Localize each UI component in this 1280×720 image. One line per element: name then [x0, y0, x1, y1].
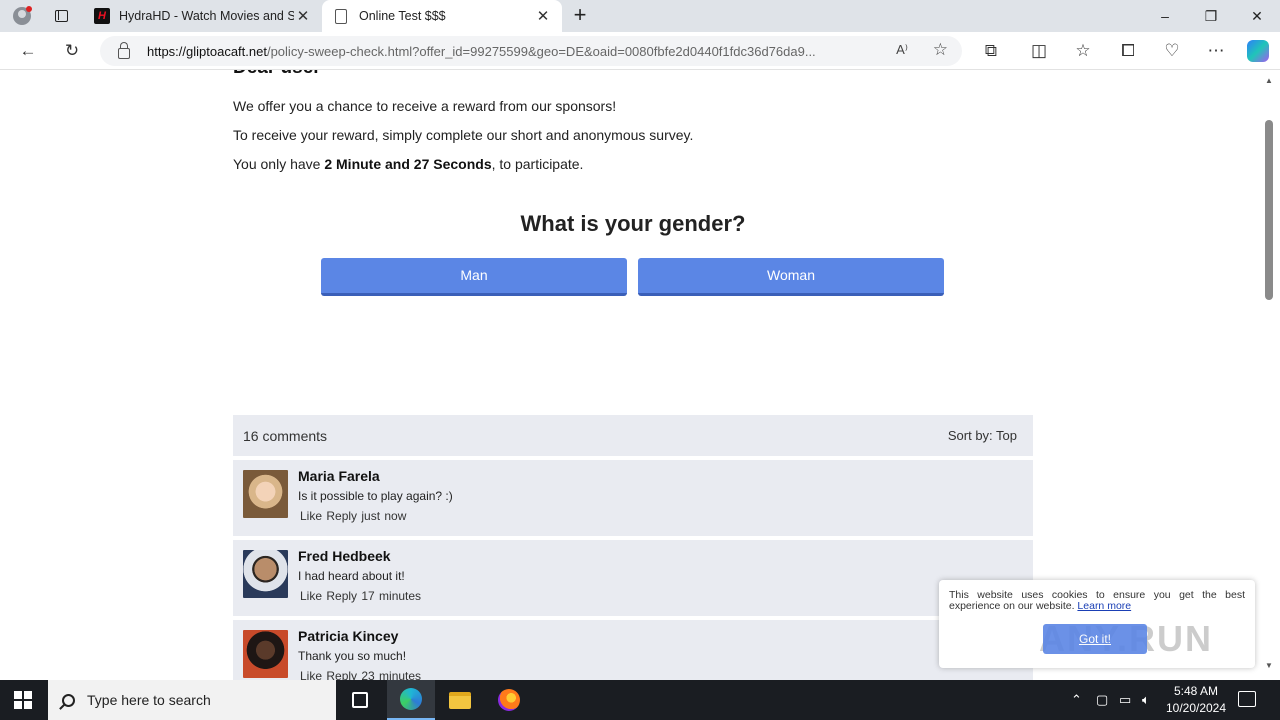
browser-essentials-icon[interactable]: ♡ — [1158, 37, 1186, 65]
clock-date: 10/20/2024 — [1165, 701, 1227, 715]
minimize-button[interactable]: – — [1142, 0, 1188, 32]
folder-icon — [449, 691, 471, 709]
extensions-icon[interactable]: ⧉ — [977, 37, 1005, 65]
profile-icon[interactable] — [9, 4, 35, 28]
new-tab-button[interactable]: + — [568, 4, 592, 28]
copilot-icon[interactable] — [1247, 40, 1269, 62]
tab-online-test[interactable]: Online Test $$$ ✕ — [322, 0, 562, 32]
tab-actions-icon[interactable] — [48, 4, 74, 28]
file-explorer-button[interactable] — [436, 680, 484, 720]
hydrahd-favicon-icon: H — [94, 8, 110, 24]
taskbar-search-box[interactable]: Type here to search — [48, 680, 336, 720]
intro-line-1: We offer you a chance to receive a rewar… — [233, 98, 617, 114]
greeting-heading: Dear user — [233, 70, 1033, 79]
task-view-button[interactable] — [336, 680, 384, 720]
commenter-name: Maria Farela — [298, 468, 380, 484]
edge-taskbar-button[interactable] — [387, 680, 435, 720]
comment-text: Is it possible to play again? :) — [298, 489, 453, 503]
comment-text: I had heard about it! — [298, 569, 405, 583]
comment-actions[interactable]: Like Reply just now — [300, 509, 406, 523]
cookie-accept-button[interactable]: Got it! — [1043, 624, 1147, 654]
answer-woman-button[interactable]: Woman — [638, 258, 944, 296]
address-bar[interactable]: https://gliptoacaft.net/policy-sweep-che… — [100, 36, 962, 66]
comments-section: 16 comments Sort by: Top Maria Farela Is… — [233, 415, 1033, 680]
avatar — [243, 630, 288, 678]
survey-question: What is your gender? — [520, 211, 746, 236]
page-viewport: Dear user We offer you a chance to recei… — [4, 70, 1262, 680]
comments-header: 16 comments Sort by: Top — [233, 415, 1033, 456]
close-tab-icon[interactable]: ✕ — [294, 7, 312, 25]
cookie-text: This website uses cookies to ensure you … — [949, 589, 1245, 612]
comment-item: Patricia Kincey Thank you so much! Like … — [233, 620, 1033, 680]
collections-icon[interactable]: ⧠ — [1114, 37, 1142, 65]
firefox-icon — [498, 689, 520, 711]
taskbar-clock[interactable]: 5:48 AM 10/20/2024 — [1160, 683, 1232, 717]
browser-toolbar: ← ↻ https://gliptoacaft.net/policy-sweep… — [0, 32, 1280, 70]
restore-button[interactable]: ❐ — [1188, 0, 1234, 32]
avatar — [243, 470, 288, 518]
browser-tab-bar: H HydraHD - Watch Movies and Series ✕ On… — [0, 0, 1280, 32]
clock-time: 5:48 AM — [1173, 684, 1219, 698]
close-tab-icon[interactable]: ✕ — [534, 7, 552, 25]
search-placeholder: Type here to search — [87, 692, 211, 708]
scroll-thumb[interactable] — [1265, 120, 1273, 300]
scroll-up-icon[interactable]: ▲ — [1264, 76, 1274, 85]
comment-count: 16 comments — [243, 427, 328, 444]
back-icon[interactable]: ← — [14, 37, 42, 65]
comment-text: Thank you so much! — [298, 649, 407, 663]
network-icon[interactable]: ▭ — [1119, 680, 1131, 720]
countdown-timer: 2 Minute and 27 Seconds — [324, 156, 492, 172]
search-icon — [62, 693, 75, 707]
learn-more-link[interactable]: Learn more — [1077, 600, 1131, 612]
timer-line: You only have 2 Minute and 27 Seconds, t… — [233, 156, 584, 172]
meet-now-icon[interactable]: ▢ — [1096, 680, 1108, 720]
intro-line-2: To receive your reward, simply complete … — [233, 127, 694, 143]
scroll-down-icon[interactable]: ▼ — [1264, 661, 1274, 670]
notifications-icon[interactable] — [1238, 691, 1256, 707]
windows-taskbar: Type here to search ⌃ ▢ ▭ 🔈︎ 5:48 AM 10/… — [0, 680, 1280, 720]
read-aloud-icon[interactable]: A⁾ — [896, 42, 908, 58]
edge-icon — [400, 688, 422, 710]
comment-item: Maria Farela Is it possible to play agai… — [233, 460, 1033, 536]
comment-item: Fred Hedbeek I had heard about it! Like … — [233, 540, 1033, 616]
lock-icon[interactable] — [118, 41, 130, 59]
commenter-name: Patricia Kincey — [298, 628, 399, 644]
sort-selector[interactable]: Sort by: Top — [948, 428, 1017, 443]
url-text[interactable]: https://gliptoacaft.net/policy-sweep-che… — [147, 44, 877, 59]
close-window-button[interactable]: ✕ — [1234, 0, 1280, 32]
split-screen-icon[interactable]: ◫ — [1025, 37, 1053, 65]
windows-start-icon[interactable] — [14, 691, 32, 709]
tray-overflow-icon[interactable]: ⌃ — [1071, 680, 1082, 720]
page-scrollbar[interactable]: ▲ ▼ — [1262, 70, 1276, 680]
tab-title: Online Test $$$ — [359, 9, 446, 23]
avatar — [243, 550, 288, 598]
comment-actions[interactable]: Like Reply 17 minutes — [300, 589, 421, 603]
answer-man-button[interactable]: Man — [321, 258, 627, 296]
comment-actions[interactable]: Like Reply 23 minutes — [300, 669, 421, 680]
tab-title: HydraHD - Watch Movies and Series — [119, 9, 294, 23]
favorites-icon[interactable]: ☆ — [1069, 37, 1097, 65]
page-favicon-icon — [335, 8, 347, 24]
commenter-name: Fred Hedbeek — [298, 548, 391, 564]
tab-hydrahd[interactable]: H HydraHD - Watch Movies and Series ✕ — [84, 0, 322, 32]
favorite-star-icon[interactable]: ☆ — [933, 40, 948, 60]
refresh-icon[interactable]: ↻ — [58, 37, 86, 65]
firefox-taskbar-button[interactable] — [485, 680, 533, 720]
more-menu-icon[interactable]: ⋯ — [1202, 37, 1230, 65]
cookie-banner: This website uses cookies to ensure you … — [939, 580, 1255, 668]
volume-icon[interactable]: 🔈︎ — [1142, 680, 1150, 720]
task-view-icon — [352, 692, 368, 708]
